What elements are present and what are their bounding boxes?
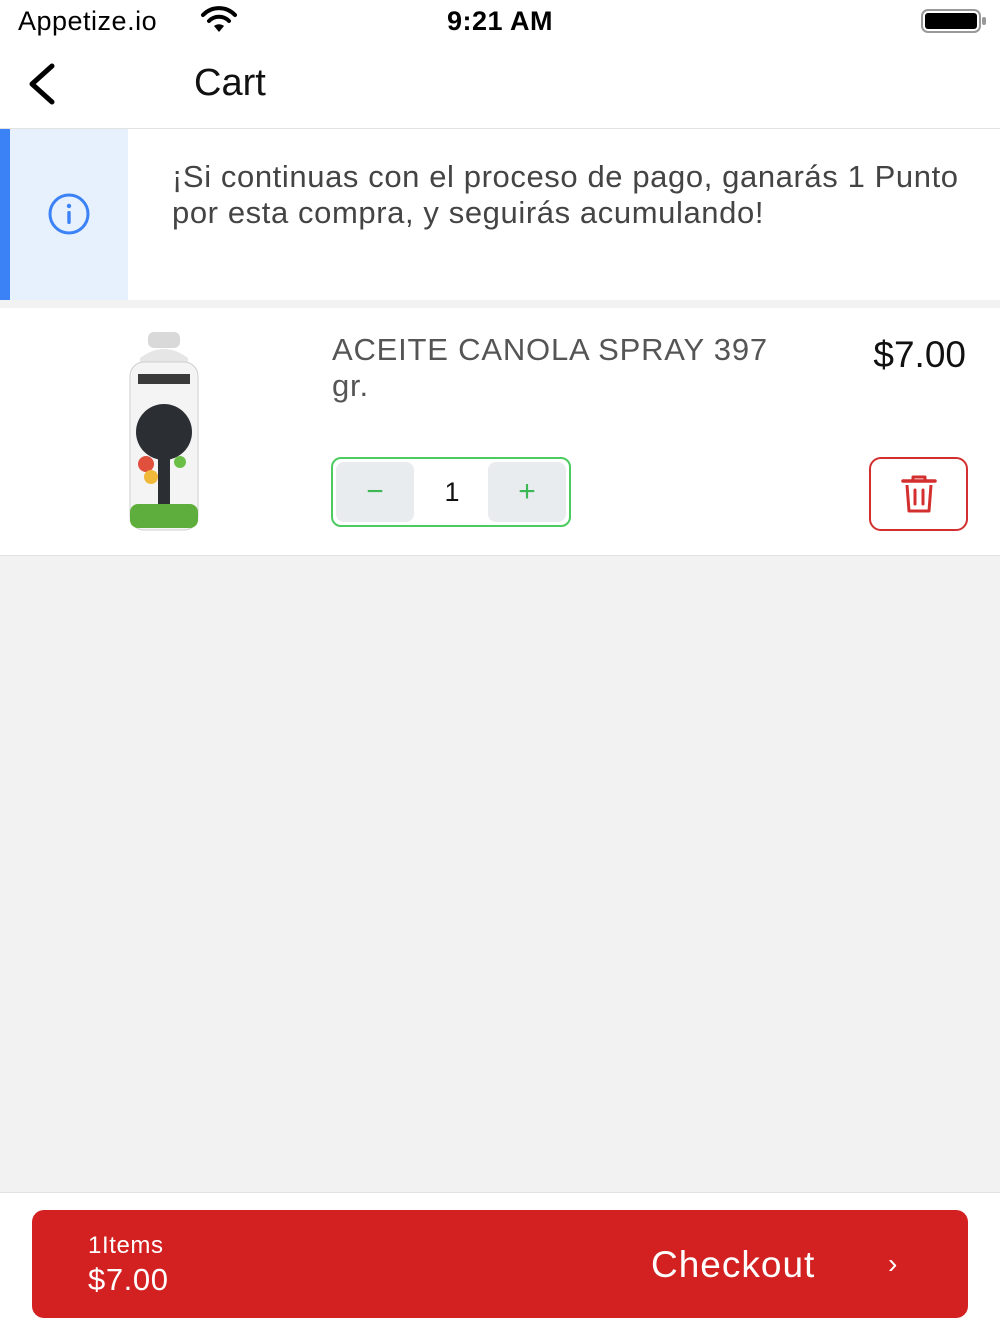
info-banner-text: ¡Si continuas con el proceso de pago, ga… xyxy=(172,159,959,230)
product-name: ACEITE CANOLA SPRAY 397 gr. xyxy=(332,332,768,403)
cart-item: ACEITE CANOLA SPRAY 397 gr. $7.00 − 1 + xyxy=(0,308,1000,556)
trash-icon xyxy=(900,475,937,513)
status-bar: Appetize.io 9:21 AM xyxy=(0,0,1000,42)
back-button[interactable] xyxy=(14,56,70,112)
header: Cart xyxy=(0,42,1000,129)
status-time: 9:21 AM xyxy=(446,6,554,36)
decrement-button[interactable]: − xyxy=(336,462,414,522)
delete-button[interactable] xyxy=(869,457,968,531)
page-title: Cart xyxy=(194,62,266,104)
checkout-total: $7.00 xyxy=(88,1262,169,1297)
chevron-left-icon xyxy=(29,63,55,105)
battery-full-icon xyxy=(921,9,986,33)
increment-button[interactable]: + xyxy=(488,462,566,522)
info-banner: ¡Si continuas con el proceso de pago, ga… xyxy=(0,129,1000,300)
checkout-label: Checkout xyxy=(651,1244,816,1285)
product-price: $7.00 xyxy=(873,334,966,375)
canola-spray-bottle-image[interactable] xyxy=(118,332,210,534)
chevron-right-icon: › xyxy=(888,1248,898,1279)
info-circle-icon xyxy=(48,193,90,235)
bottom-bar: 1Items $7.00 Checkout › xyxy=(0,1192,1000,1334)
quantity-stepper: − 1 + xyxy=(331,457,571,527)
checkout-items-count: 1Items xyxy=(88,1232,164,1259)
info-banner-accent xyxy=(0,129,128,300)
checkout-button[interactable]: 1Items $7.00 Checkout › xyxy=(32,1210,968,1318)
quantity-value: 1 xyxy=(444,476,460,507)
